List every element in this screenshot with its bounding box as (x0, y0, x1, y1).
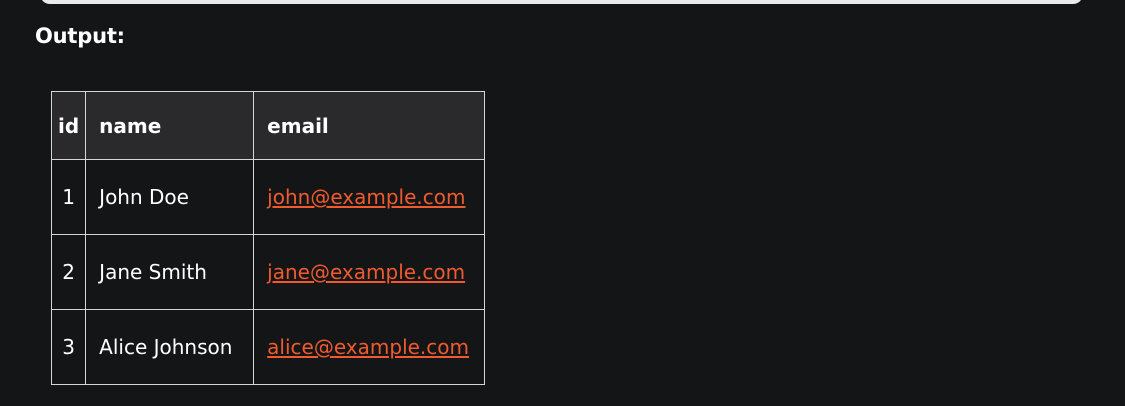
column-header-email: email (253, 91, 486, 160)
table-row: 2 Jane Smith jane@example.com (50, 234, 486, 310)
cell-id: 2 (50, 234, 87, 310)
output-label: Output: (35, 24, 125, 48)
table-row: 1 John Doe john@example.com (50, 159, 486, 235)
email-link[interactable]: alice@example.com (267, 335, 469, 359)
cell-name: Alice Johnson (85, 309, 255, 385)
cell-name: John Doe (85, 159, 255, 235)
table-header-row: id name email (50, 91, 486, 160)
table-row: 3 Alice Johnson alice@example.com (50, 309, 486, 385)
column-header-id: id (50, 91, 87, 160)
output-panel: Output: id name email 1 John Doe john@ex… (0, 0, 1125, 406)
cell-email: jane@example.com (253, 234, 486, 310)
email-link[interactable]: jane@example.com (267, 260, 465, 284)
cell-id: 3 (50, 309, 87, 385)
email-link[interactable]: john@example.com (267, 185, 465, 209)
cell-name: Jane Smith (85, 234, 255, 310)
cell-email: john@example.com (253, 159, 486, 235)
cell-email: alice@example.com (253, 309, 486, 385)
cell-id: 1 (50, 159, 87, 235)
column-header-name: name (85, 91, 255, 160)
code-editor-bottom-edge (40, 0, 1083, 4)
result-table: id name email 1 John Doe john@example.co… (50, 91, 486, 385)
